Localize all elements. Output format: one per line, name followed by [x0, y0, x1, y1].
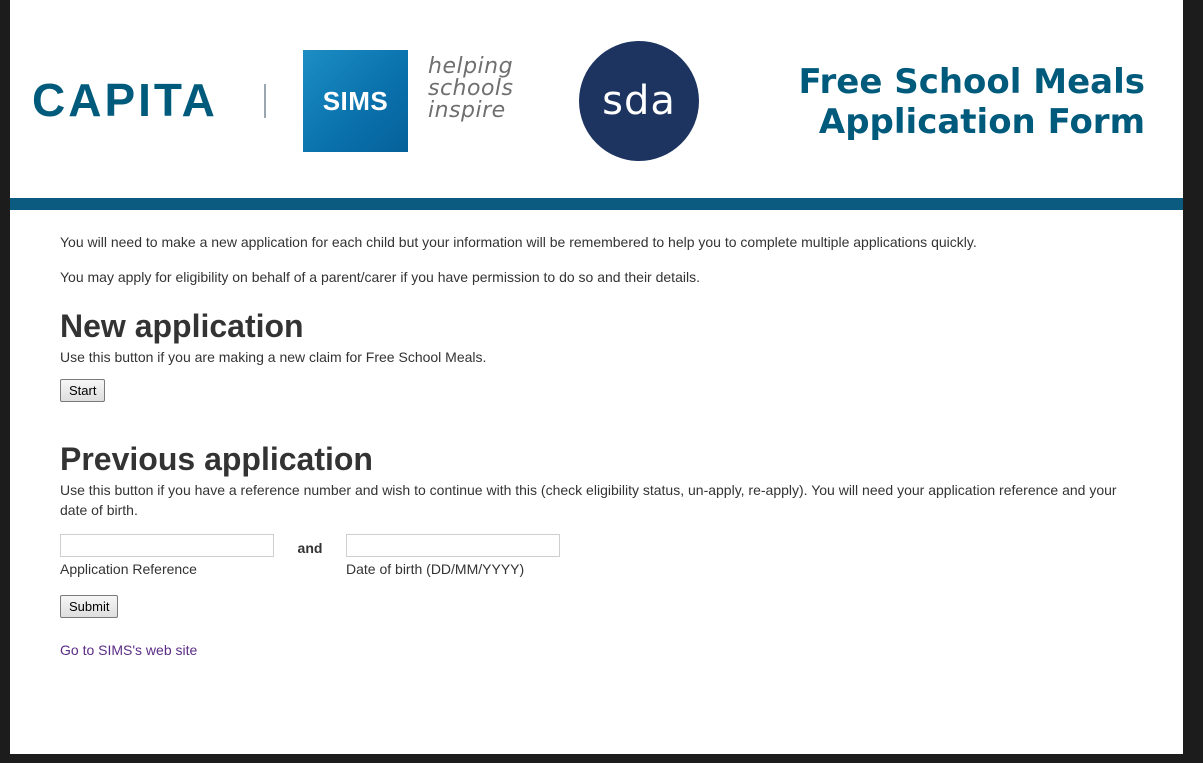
main-content: You will need to make a new application …: [60, 232, 1140, 660]
new-application-heading: New application: [60, 308, 304, 344]
tagline-line-2: schools: [428, 76, 514, 101]
previous-application-fields: Application Reference and Date of birth …: [60, 534, 1140, 579]
previous-application-description: Use this button if you have a reference …: [60, 482, 1117, 518]
date-of-birth-input[interactable]: [346, 534, 560, 557]
intro-paragraph-2: You may apply for eligibility on behalf …: [60, 269, 700, 285]
sims-logo-text: SIMS: [322, 85, 389, 116]
sims-tagline: helping schools inspire: [428, 56, 514, 122]
footer: Go to SIMS's web site: [60, 640, 1140, 660]
reference-field-group: Application Reference: [60, 534, 274, 579]
date-of-birth-label: Date of birth (DD/MM/YYYY): [346, 561, 525, 577]
page-title: Free School Meals Application Form: [750, 62, 1145, 142]
sims-website-link[interactable]: Go to SIMS's web site: [60, 642, 197, 658]
page-title-line-2: Application Form: [818, 102, 1145, 142]
sda-logo: sda: [579, 41, 699, 161]
previous-application-heading: Previous application: [60, 441, 373, 477]
previous-application-section: Previous application Use this button if …: [60, 442, 1140, 618]
tagline-line-3: inspire: [428, 98, 506, 123]
new-application-section: New application Use this button if you a…: [60, 309, 1140, 402]
header: CAPITA SIMS helping schools inspire sda …: [10, 0, 1183, 197]
intro-paragraph-1: You will need to make a new application …: [60, 234, 977, 250]
application-reference-label: Application Reference: [60, 561, 197, 577]
and-separator: and: [297, 540, 323, 556]
page: CAPITA SIMS helping schools inspire sda …: [10, 0, 1183, 754]
capita-logo: CAPITA: [32, 74, 218, 126]
start-button[interactable]: Start: [60, 379, 106, 402]
submit-button[interactable]: Submit: [60, 595, 119, 618]
page-title-line-1: Free School Meals: [798, 62, 1145, 102]
logo-divider: [264, 84, 266, 118]
new-application-description: Use this button if you are making a new …: [60, 349, 487, 365]
dob-field-group: Date of birth (DD/MM/YYYY): [346, 534, 560, 579]
header-bar: [10, 198, 1183, 210]
sda-logo-text: sda: [602, 78, 676, 124]
tagline-line-1: helping: [428, 54, 514, 79]
application-reference-input[interactable]: [60, 534, 274, 557]
sims-logo: SIMS: [303, 50, 408, 152]
